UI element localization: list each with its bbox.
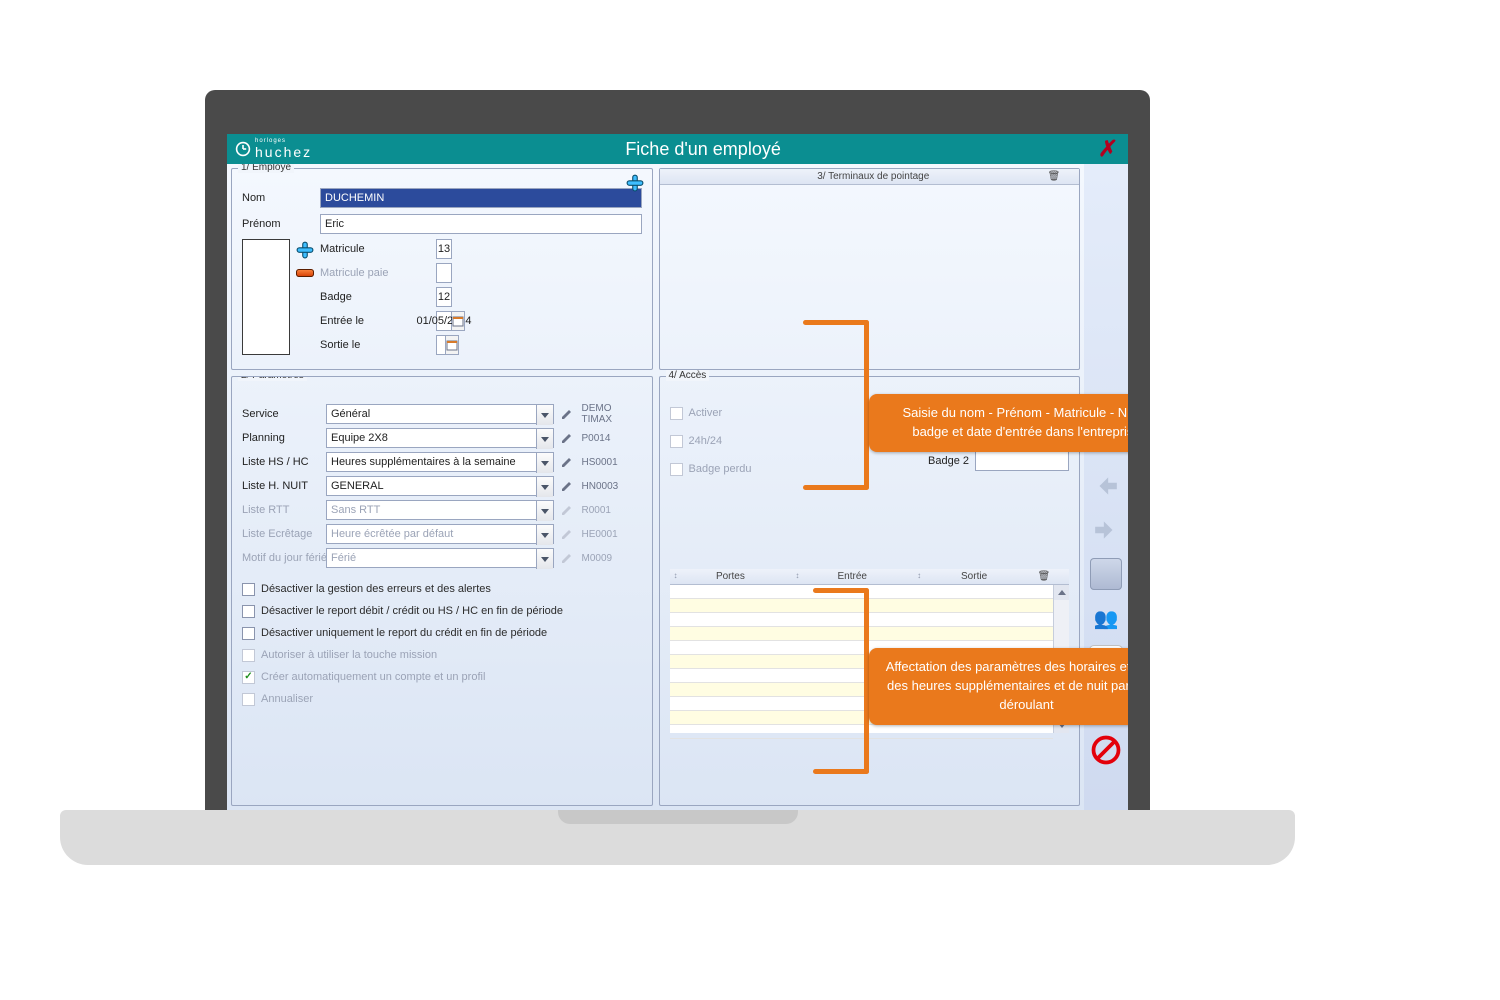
label-badge2: Badge 2 xyxy=(909,455,969,467)
window-icon[interactable] xyxy=(1090,558,1122,590)
remove-photo-icon[interactable] xyxy=(296,269,314,277)
calendar-sortie-icon[interactable] xyxy=(446,335,459,355)
param-label: Liste HS / HC xyxy=(242,456,322,468)
param-select-4[interactable]: Sans RTT xyxy=(326,500,554,520)
photo-box xyxy=(242,239,290,355)
next-icon[interactable] xyxy=(1090,514,1122,546)
chk-param-4[interactable] xyxy=(242,671,255,684)
param-code: R0001 xyxy=(582,505,642,516)
input-matricule-paie[interactable] xyxy=(436,263,452,283)
section-parametres: 2/ Paramètres Service Général DEMO TIMAX Pl… xyxy=(231,376,653,806)
trash-icon[interactable]: 🗑 xyxy=(1045,171,1063,182)
calendar-entree-icon[interactable] xyxy=(452,311,465,331)
clock-icon xyxy=(235,141,251,157)
param-code: HN0003 xyxy=(582,481,642,492)
param-label: Liste RTT xyxy=(242,504,322,516)
chk-param-5[interactable] xyxy=(242,693,255,706)
param-code: HE0001 xyxy=(582,529,642,540)
chk-param-label: Désactiver uniquement le report du crédi… xyxy=(261,627,547,639)
add-photo-icon[interactable] xyxy=(296,241,314,259)
edit-param-icon[interactable] xyxy=(558,477,576,495)
chk-param-label: Désactiver le report débit / crédit ou H… xyxy=(261,605,563,617)
edit-param-icon[interactable] xyxy=(558,549,576,567)
input-badge2[interactable] xyxy=(975,451,1069,471)
chk-param-1[interactable] xyxy=(242,605,255,618)
param-select-6[interactable]: Férié xyxy=(326,548,554,568)
param-code: M0009 xyxy=(582,553,642,564)
add-employe-icon[interactable] xyxy=(626,174,644,192)
input-nom[interactable]: DUCHEMIN xyxy=(320,188,642,208)
section-employe: 1/ Employé Nom DUCHEMIN Prénom Eric xyxy=(231,168,653,370)
edit-param-icon[interactable] xyxy=(558,429,576,447)
trash-acces-icon[interactable]: 🗑 xyxy=(1035,571,1053,582)
chk-param-3[interactable] xyxy=(242,649,255,662)
edit-param-icon[interactable] xyxy=(558,525,576,543)
callout-employe: Saisie du nom - Prénom - Matricule - N° … xyxy=(869,394,1128,452)
section-terminaux: 3/ Terminaux de pointage 🗑 2Lecteur atel… xyxy=(659,168,1081,370)
input-sortie[interactable] xyxy=(436,335,446,355)
label-sortie: Sortie le xyxy=(320,339,430,351)
label-24h: 24h/24 xyxy=(689,435,723,447)
people-icon[interactable]: 👥 xyxy=(1090,602,1122,634)
forbidden-icon[interactable] xyxy=(1090,734,1122,766)
chk-24h[interactable] xyxy=(670,435,683,448)
param-select-1[interactable]: Equipe 2X8 xyxy=(326,428,554,448)
close-icon[interactable]: ✗ xyxy=(1093,135,1124,163)
chk-param-label: Annualiser xyxy=(261,693,313,705)
param-select-0[interactable]: Général xyxy=(326,404,554,424)
input-badge[interactable]: 12 xyxy=(436,287,452,307)
legend-acces: 4/ Accès xyxy=(666,370,710,381)
input-entree[interactable]: 01/05/2014 xyxy=(436,311,452,331)
param-label: Planning xyxy=(242,432,322,444)
input-matricule[interactable]: 13 xyxy=(436,239,452,259)
chk-param-2[interactable] xyxy=(242,627,255,640)
param-select-2[interactable]: Heures supplémentaires à la semaine xyxy=(326,452,554,472)
param-label: Service xyxy=(242,408,322,420)
param-code: HS0001 xyxy=(582,457,642,468)
chk-activer[interactable] xyxy=(670,407,683,420)
input-prenom[interactable]: Eric xyxy=(320,214,642,234)
chk-param-label: Créer automatiquement un compte et un pr… xyxy=(261,671,485,683)
param-select-3[interactable]: GENERAL xyxy=(326,476,554,496)
legend-employe: 1/ Employé xyxy=(238,164,294,173)
edit-param-icon[interactable] xyxy=(558,453,576,471)
label-prenom: Prénom xyxy=(242,218,314,230)
brand: horloges huchez xyxy=(235,138,312,160)
col-entree[interactable]: Entrée xyxy=(791,571,913,582)
brand-name: huchez xyxy=(255,144,312,160)
page-title: Fiche d'un employé xyxy=(312,139,1094,160)
label-nom: Nom xyxy=(242,192,314,204)
label-badge: Badge xyxy=(320,291,430,303)
param-code: P0014 xyxy=(582,433,642,444)
label-matricule-paie: Matricule paie xyxy=(320,267,430,279)
param-label: Liste H. NUIT xyxy=(242,480,322,492)
chk-badge-perdu[interactable] xyxy=(670,463,683,476)
chk-param-0[interactable] xyxy=(242,583,255,596)
callout-parametres: Affectation des paramètres des horaires … xyxy=(869,648,1128,725)
param-select-5[interactable]: Heure écrêtée par défaut xyxy=(326,524,554,544)
label-activer: Activer xyxy=(689,407,723,419)
legend-parametres: 2/ Paramètres xyxy=(238,376,307,381)
prev-icon[interactable] xyxy=(1090,470,1122,502)
param-label: Liste Ecrêtage xyxy=(242,528,322,540)
label-entree: Entrée le xyxy=(320,315,430,327)
param-code: DEMO TIMAX xyxy=(582,403,642,425)
col-sortie[interactable]: Sortie xyxy=(913,571,1035,582)
param-label: Motif du jour férié xyxy=(242,552,322,564)
edit-param-icon[interactable] xyxy=(558,405,576,423)
terminaux-header: 3/ Terminaux de pointage xyxy=(702,171,1046,182)
edit-param-icon[interactable] xyxy=(558,501,576,519)
chk-param-label: Désactiver la gestion des erreurs et des… xyxy=(261,583,491,595)
label-matricule: Matricule xyxy=(320,243,430,255)
col-portes[interactable]: Portes xyxy=(670,571,792,582)
chk-param-label: Autoriser à utiliser la touche mission xyxy=(261,649,437,661)
label-badge-perdu: Badge perdu xyxy=(689,463,752,475)
